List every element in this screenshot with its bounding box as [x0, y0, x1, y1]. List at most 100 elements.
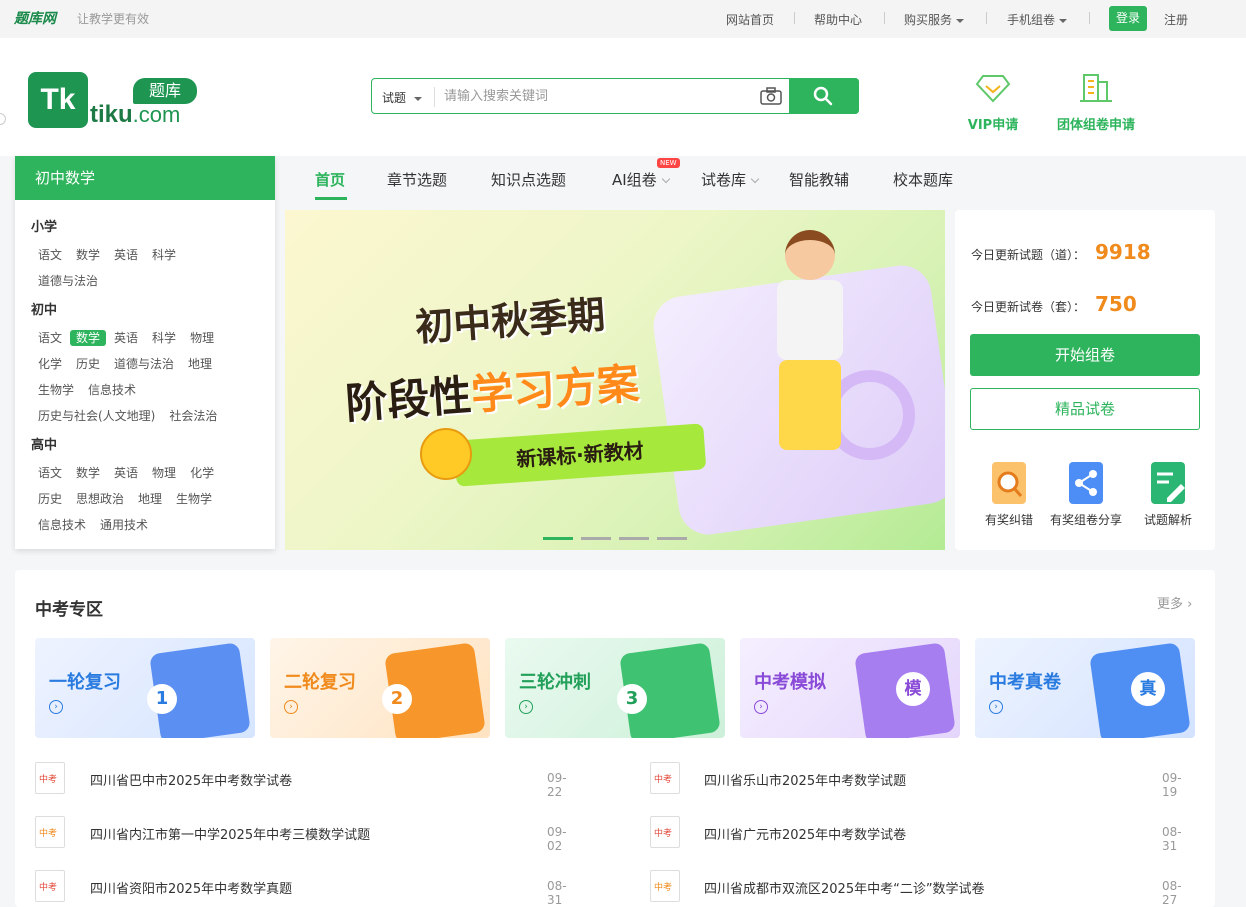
vip-apply-link[interactable]: VIP申请: [962, 72, 1024, 133]
student-head: [785, 230, 835, 280]
list-item[interactable]: 中考 四川省广元市2025年中考数学试卷 08-31: [650, 814, 1195, 853]
nav-help-link[interactable]: 帮助中心: [814, 11, 862, 28]
subject-item[interactable]: 科学: [146, 330, 182, 346]
site-logo-text[interactable]: 题库网: [14, 8, 56, 28]
banner-title-line1: 初中秋季期: [413, 292, 607, 350]
subject-item[interactable]: 历史: [32, 491, 68, 507]
brand-logo[interactable]: Tk 题库 tiku.com: [28, 72, 218, 134]
subject-item[interactable]: 道德与法治: [32, 273, 104, 289]
exam-doc-icon-text: 中考: [654, 775, 673, 785]
subject-item[interactable]: 历史与社会(人文地理): [32, 408, 161, 424]
paper-title: 四川省乐山市2025年中考数学试题: [704, 774, 907, 789]
student-body: [777, 280, 843, 360]
start-compose-button[interactable]: 开始组卷: [970, 334, 1200, 376]
list-item[interactable]: 中考 四川省内江市第一中学2025年中考三模数学试题 09-02: [35, 814, 580, 853]
card-first-review[interactable]: 1 一轮复习 ›: [35, 638, 255, 738]
nav-home-link[interactable]: 网站首页: [726, 11, 774, 28]
divider: [794, 12, 795, 24]
carousel-dot[interactable]: [581, 537, 611, 540]
subject-row: 生物学 信息技术: [32, 379, 142, 398]
nav-purchase-menu[interactable]: 购买服务: [904, 11, 965, 28]
subject-item[interactable]: 语文: [32, 247, 68, 263]
camera-icon[interactable]: [760, 87, 782, 105]
group-apply-link[interactable]: 团体组卷申请: [1050, 72, 1142, 133]
subject-item-selected[interactable]: 数学: [70, 330, 107, 346]
list-item[interactable]: 中考 四川省巴中市2025年中考数学试卷 09-22: [35, 760, 580, 799]
exam-doc-icon-text: 中考: [39, 883, 58, 893]
carousel-dot[interactable]: [657, 537, 687, 540]
search-button[interactable]: [789, 78, 859, 114]
analysis-tool[interactable]: 试题解析: [1123, 460, 1213, 528]
divider: [1089, 12, 1090, 24]
tab-ai-paper-label: AI组卷: [612, 171, 657, 189]
site-slogan: 让教学更有效: [77, 12, 150, 26]
card-final-sprint[interactable]: 3 三轮冲刺 ›: [505, 638, 725, 738]
subject-item[interactable]: 化学: [32, 356, 68, 372]
today-papers-value: 750: [1095, 292, 1137, 316]
exam-doc-icon: 中考: [650, 762, 680, 794]
chevron-right-icon: ›: [989, 700, 1003, 714]
tab-knowledge[interactable]: 知识点选题: [491, 169, 566, 190]
subject-item[interactable]: 地理: [182, 356, 218, 372]
tab-paper-library[interactable]: 试卷库: [701, 169, 760, 190]
subject-item[interactable]: 社会法治: [163, 408, 223, 424]
subject-item[interactable]: 英语: [108, 247, 144, 263]
subject-item[interactable]: 数学: [70, 465, 106, 481]
subject-item[interactable]: 思想政治: [70, 491, 130, 507]
current-subject[interactable]: 初中数学: [15, 156, 275, 200]
list-item[interactable]: 中考 四川省成都市双流区2025年中考“二诊”数学试卷 08-27: [650, 868, 1195, 907]
quality-papers-button[interactable]: 精品试卷: [970, 388, 1200, 430]
subject-item[interactable]: 科学: [146, 247, 182, 263]
vip-apply-label: VIP申请: [967, 118, 1019, 133]
subject-item[interactable]: 数学: [70, 247, 106, 263]
subject-row: 信息技术 通用技术: [32, 514, 154, 533]
exam-doc-icon-text: 中考: [39, 775, 58, 785]
card-mock-exam[interactable]: 模 中考模拟 ›: [740, 638, 960, 738]
login-button[interactable]: 登录: [1109, 6, 1147, 31]
share-icon: [1069, 462, 1103, 504]
subject-item[interactable]: 通用技术: [94, 517, 154, 533]
subject-item[interactable]: 语文: [32, 465, 68, 481]
list-item[interactable]: 中考 四川省资阳市2025年中考数学真题 08-31: [35, 868, 580, 907]
promo-banner[interactable]: 初中秋季期 阶段性学习方案 新课标·新教材: [285, 210, 945, 550]
chevron-down-icon: [956, 18, 965, 23]
nav-mobile-menu[interactable]: 手机组卷: [1007, 11, 1068, 28]
search-type-select[interactable]: 试题: [382, 89, 423, 106]
subject-item[interactable]: 化学: [184, 465, 220, 481]
search-input[interactable]: [444, 85, 744, 107]
register-link[interactable]: 注册: [1164, 11, 1188, 28]
tab-school-bank[interactable]: 校本题库: [893, 169, 953, 190]
subject-item[interactable]: 道德与法治: [108, 356, 180, 372]
card-real-exam[interactable]: 真 中考真卷 ›: [975, 638, 1195, 738]
subject-item[interactable]: 地理: [132, 491, 168, 507]
subject-item[interactable]: 生物学: [32, 382, 80, 398]
tab-chapter[interactable]: 章节选题: [387, 169, 447, 190]
subject-item[interactable]: 信息技术: [82, 382, 142, 398]
paper-date: 08-31: [547, 879, 567, 907]
subject-item[interactable]: 英语: [108, 465, 144, 481]
subject-item[interactable]: 历史: [70, 356, 106, 372]
list-item[interactable]: 中考 四川省乐山市2025年中考数学试题 09-19: [650, 760, 1195, 799]
share-tool[interactable]: 有奖组卷分享: [1041, 460, 1131, 528]
tab-home[interactable]: 首页: [315, 169, 345, 190]
tab-ai-paper[interactable]: AI组卷: [612, 169, 670, 190]
group-title: 小学: [31, 220, 58, 235]
subject-row: 语文 数学 英语 物理 化学: [32, 462, 220, 481]
tk-logo-icon: Tk: [28, 72, 88, 128]
subject-item[interactable]: 语文: [32, 330, 68, 346]
carousel-dot[interactable]: [619, 537, 649, 540]
chevron-down-icon: [1059, 18, 1068, 23]
carousel-dot-active[interactable]: [543, 537, 573, 540]
more-link[interactable]: 更多 ›: [1157, 593, 1192, 612]
subject-item[interactable]: 英语: [108, 330, 144, 346]
subject-row: 历史 思想政治 地理 生物学: [32, 488, 218, 507]
subject-item[interactable]: 物理: [146, 465, 182, 481]
card-second-review[interactable]: 2 二轮复习 ›: [270, 638, 490, 738]
subject-item[interactable]: 信息技术: [32, 517, 92, 533]
subject-item[interactable]: 物理: [184, 330, 220, 346]
tab-smart-tutor[interactable]: 智能教辅: [789, 169, 849, 190]
divider: [986, 12, 987, 24]
banner-title-line2b: 学习方案: [469, 358, 641, 420]
exam-doc-icon-text: 中考: [654, 829, 673, 839]
subject-item[interactable]: 生物学: [170, 491, 218, 507]
